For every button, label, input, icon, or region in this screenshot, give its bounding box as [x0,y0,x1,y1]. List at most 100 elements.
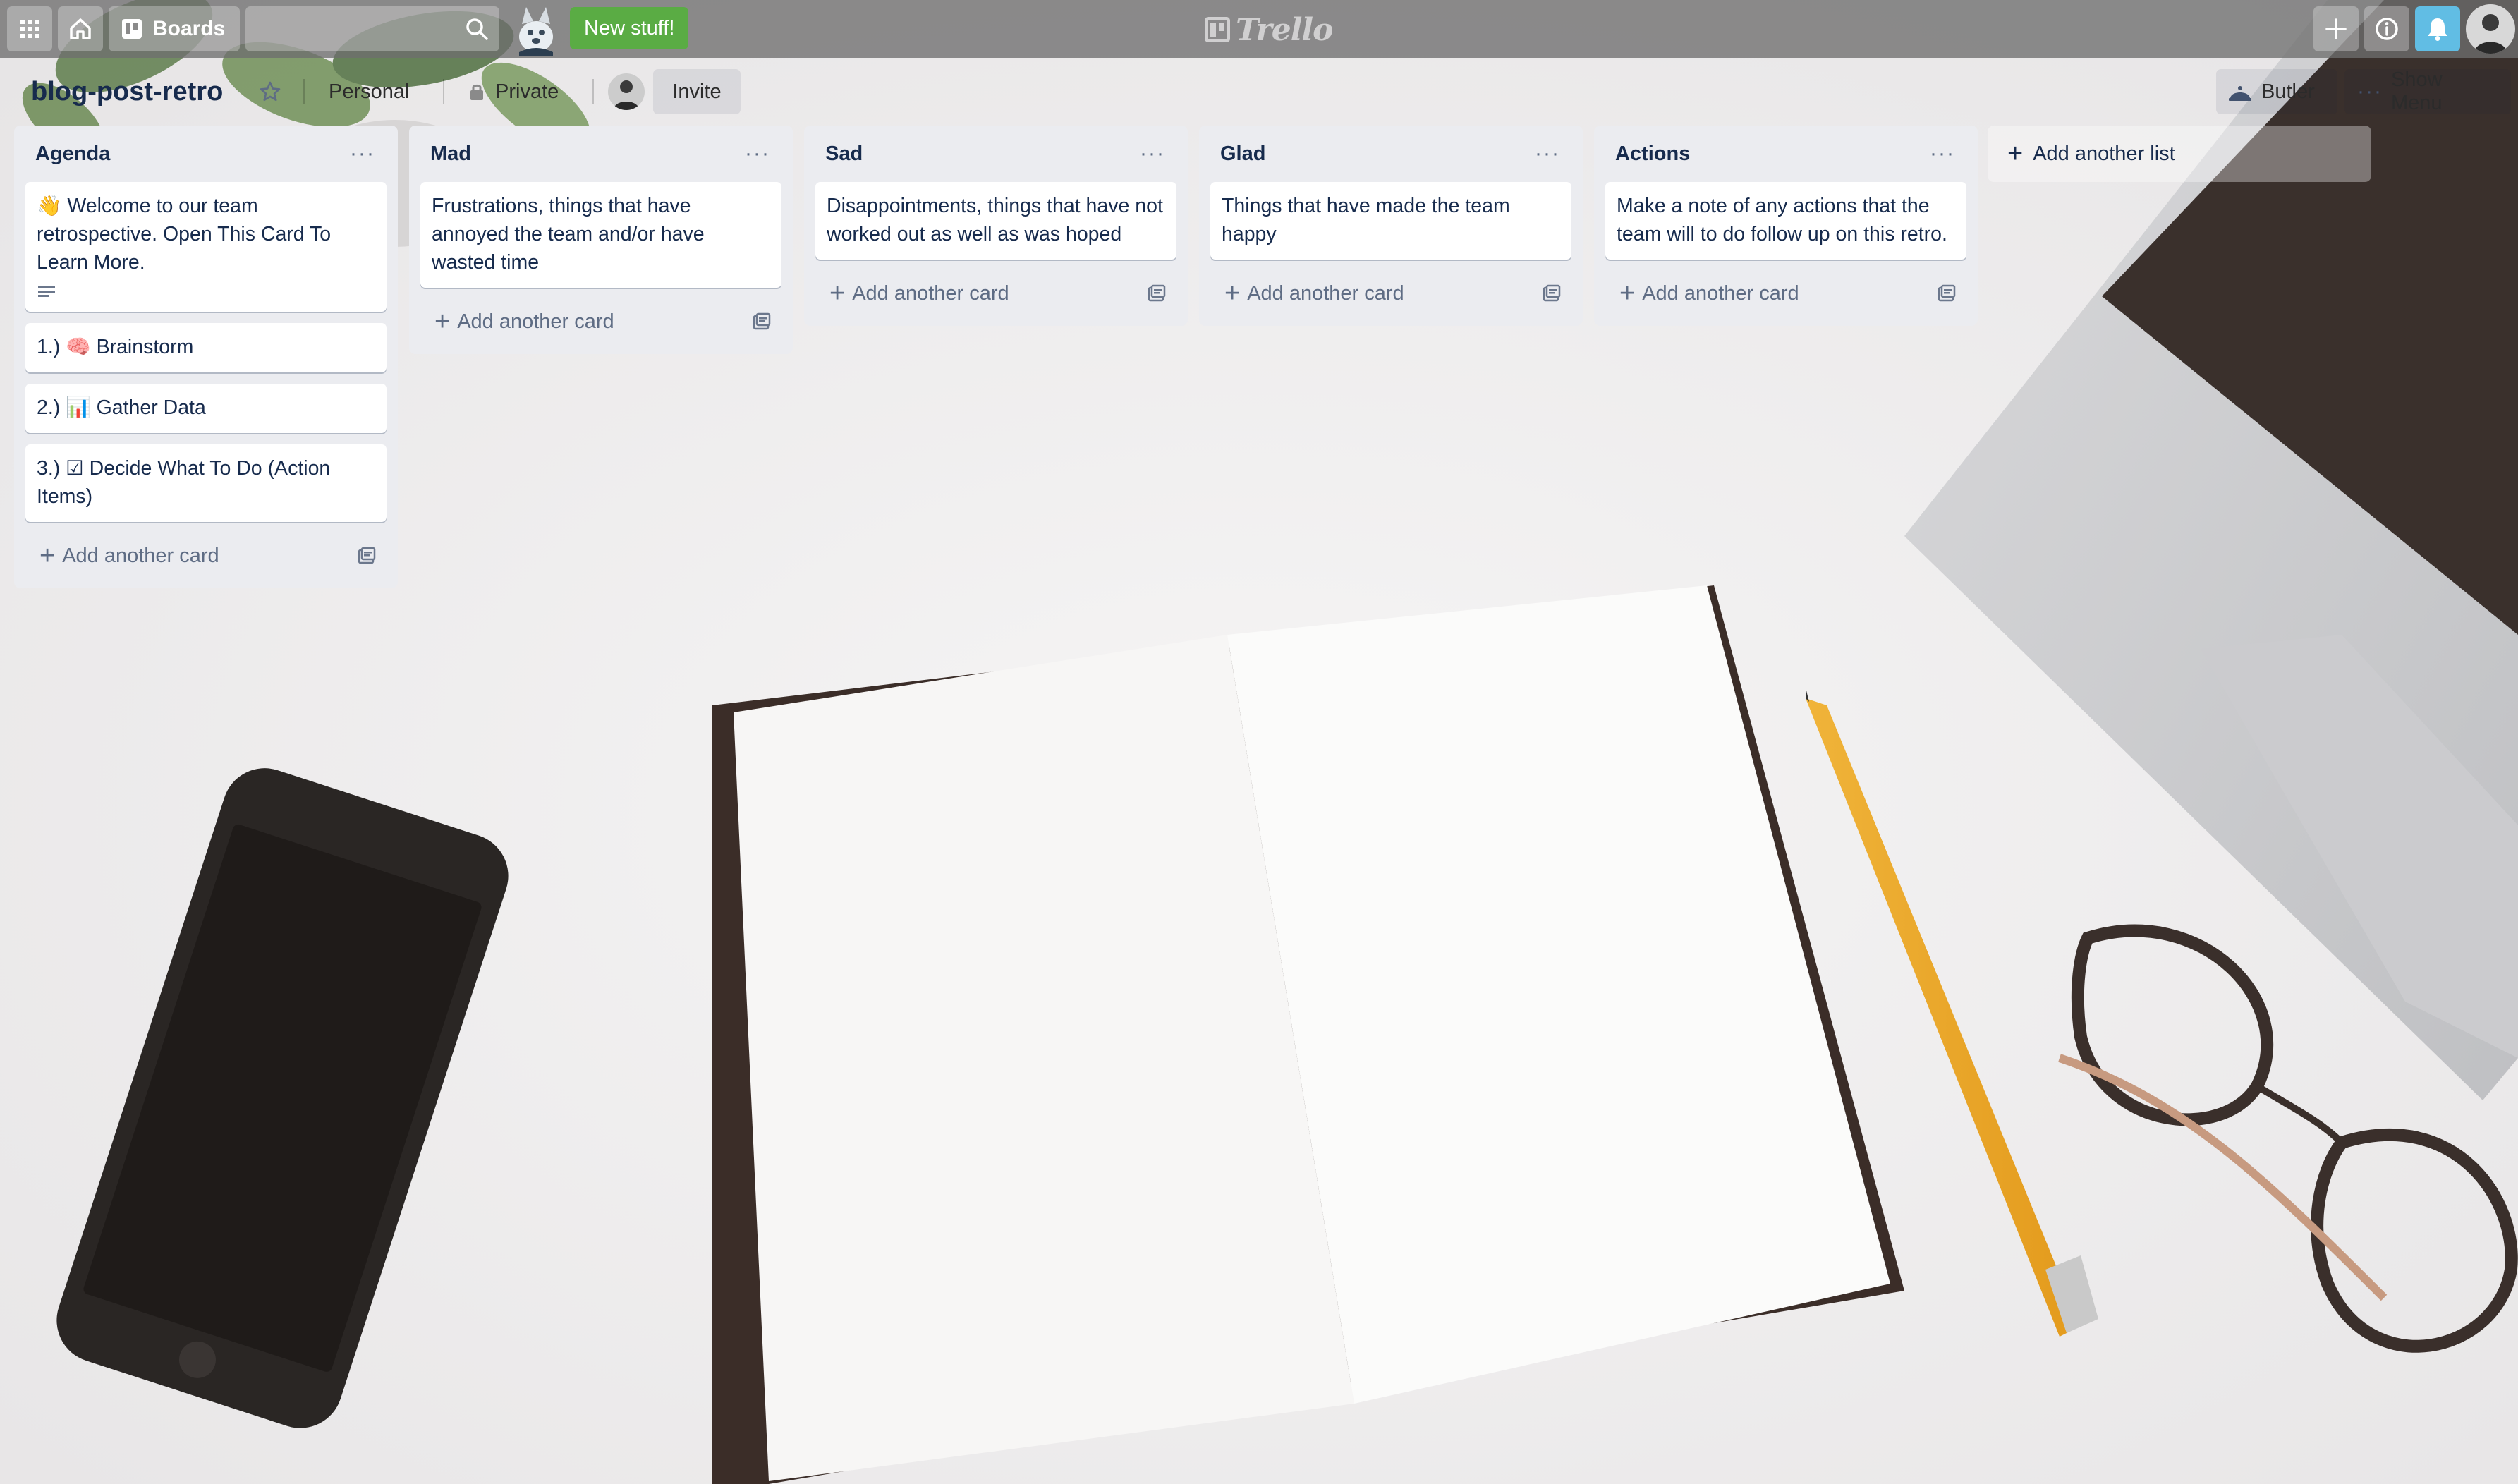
list-header: Mad ··· [420,126,781,182]
list-menu-icon[interactable]: ··· [344,139,381,169]
header-divider [303,79,305,104]
card-title: Frustrations, things that have annoyed t… [432,195,705,274]
user-avatar[interactable] [2466,4,2515,54]
bell-icon [2428,18,2447,41]
boards-button[interactable]: Boards [109,6,240,51]
info-button[interactable] [2364,6,2409,51]
list-title[interactable]: Glad [1220,142,1265,166]
list-header: Agenda ··· [25,126,387,182]
search-box[interactable] [245,6,499,51]
plus-icon: + [1224,279,1241,308]
list-header: Glad ··· [1210,126,1571,182]
card[interactable]: Disappointments, things that have not wo… [815,182,1176,260]
card-template-icon[interactable] [752,312,772,332]
star-board-button[interactable] [248,69,292,114]
trello-logo[interactable]: Trello [1205,10,1333,49]
add-card-label: Add another card [62,544,219,567]
home-button[interactable] [58,6,103,51]
app-switcher-button[interactable] [7,6,52,51]
trello-logo-text: Trello [1236,11,1333,48]
card[interactable]: 2.) 📊 Gather Data [25,384,387,433]
info-icon [2376,18,2398,40]
plus-icon: + [829,279,846,308]
plus-icon: + [2007,139,2024,169]
description-icon [38,286,55,297]
show-menu-button[interactable]: ··· Show Menu [2344,68,2511,114]
privacy-button[interactable]: Private [454,69,571,114]
privacy-label: Private [495,80,559,103]
list-mad: Mad ··· Frustrations, things that have a… [409,126,793,354]
butler-label: Butler [2261,80,2315,103]
list-sad: Sad ··· Disappointments, things that hav… [804,126,1188,326]
add-list-label: Add another list [2033,142,2175,165]
taco-mascot-icon[interactable] [509,3,563,56]
search-icon[interactable] [464,16,489,42]
list-title[interactable]: Agenda [35,142,110,166]
list-agenda: Agenda ··· 👋 Welcome to our team retrosp… [14,126,398,588]
list-glad: Glad ··· Things that have made the team … [1199,126,1583,326]
butler-icon [2229,86,2251,101]
avatar-icon [2474,14,2507,54]
avatar-icon [614,80,639,110]
card-title: 1.) 🧠 Brainstorm [37,336,194,358]
card-template-icon[interactable] [1542,284,1562,303]
add-card-button[interactable]: + Add another card [1605,271,1966,316]
card[interactable]: Things that have made the team happy [1210,182,1571,260]
butler-button[interactable]: Butler [2216,69,2337,114]
card-title: 3.) ☑ Decide What To Do (Action Items) [37,457,331,508]
add-card-label: Add another card [457,310,614,333]
board-title[interactable]: blog-post-retro [25,69,229,114]
home-icon [70,18,91,39]
card[interactable]: 👋 Welcome to our team retrospective. Ope… [25,182,387,312]
card[interactable]: 1.) 🧠 Brainstorm [25,323,387,372]
add-card-button[interactable]: + Add another card [25,533,387,578]
search-input[interactable] [245,6,466,51]
card-title: 2.) 📊 Gather Data [37,396,206,419]
card-template-icon[interactable] [357,546,377,566]
add-card-button[interactable]: + Add another card [815,271,1176,316]
plus-icon: + [434,307,451,336]
more-icon: ··· [2357,80,2383,103]
invite-button[interactable]: Invite [653,69,741,114]
list-actions: Actions ··· Make a note of any actions t… [1594,126,1978,326]
header-divider [443,79,444,104]
card[interactable]: Frustrations, things that have annoyed t… [420,182,781,288]
list-title[interactable]: Mad [430,142,471,166]
notifications-button[interactable] [2415,6,2460,51]
card-title: Make a note of any actions that the team… [1617,195,1947,245]
card-template-icon[interactable] [1147,284,1167,303]
list-header: Actions ··· [1605,126,1966,182]
card-title: Things that have made the team happy [1222,195,1510,245]
boards-label: Boards [152,17,226,40]
list-menu-icon[interactable]: ··· [1529,139,1566,169]
list-menu-icon[interactable]: ··· [739,139,776,169]
add-card-button[interactable]: + Add another card [1210,271,1571,316]
boards-icon [122,19,142,39]
team-visibility-button[interactable]: Personal [316,69,422,114]
create-button[interactable] [2313,6,2359,51]
add-card-label: Add another card [1642,281,1799,305]
card[interactable]: 3.) ☑ Decide What To Do (Action Items) [25,444,387,522]
plus-icon: + [1619,279,1636,308]
list-title[interactable]: Actions [1615,142,1690,166]
list-menu-icon[interactable]: ··· [1924,139,1961,169]
new-stuff-button[interactable]: New stuff! [570,7,689,49]
lock-icon [470,84,483,100]
show-menu-label: Show Menu [2390,68,2443,114]
trello-logo-icon [1205,17,1230,42]
add-list-button[interactable]: + Add another list [1988,126,2371,182]
top-nav-bar: Boards New stuff! Trello [0,0,2518,58]
header-divider [592,79,594,104]
plus-icon [2325,18,2347,39]
list-title[interactable]: Sad [825,142,863,166]
card[interactable]: Make a note of any actions that the team… [1605,182,1966,260]
list-menu-icon[interactable]: ··· [1134,139,1171,169]
card-template-icon[interactable] [1937,284,1957,303]
app-switcher-icon [20,20,39,38]
card-title: 👋 Welcome to our team retrospective. Ope… [37,195,332,274]
add-card-label: Add another card [852,281,1009,305]
star-icon [260,81,281,102]
board-member-avatar[interactable] [608,73,645,110]
add-card-button[interactable]: + Add another card [420,299,781,344]
list-header: Sad ··· [815,126,1176,182]
